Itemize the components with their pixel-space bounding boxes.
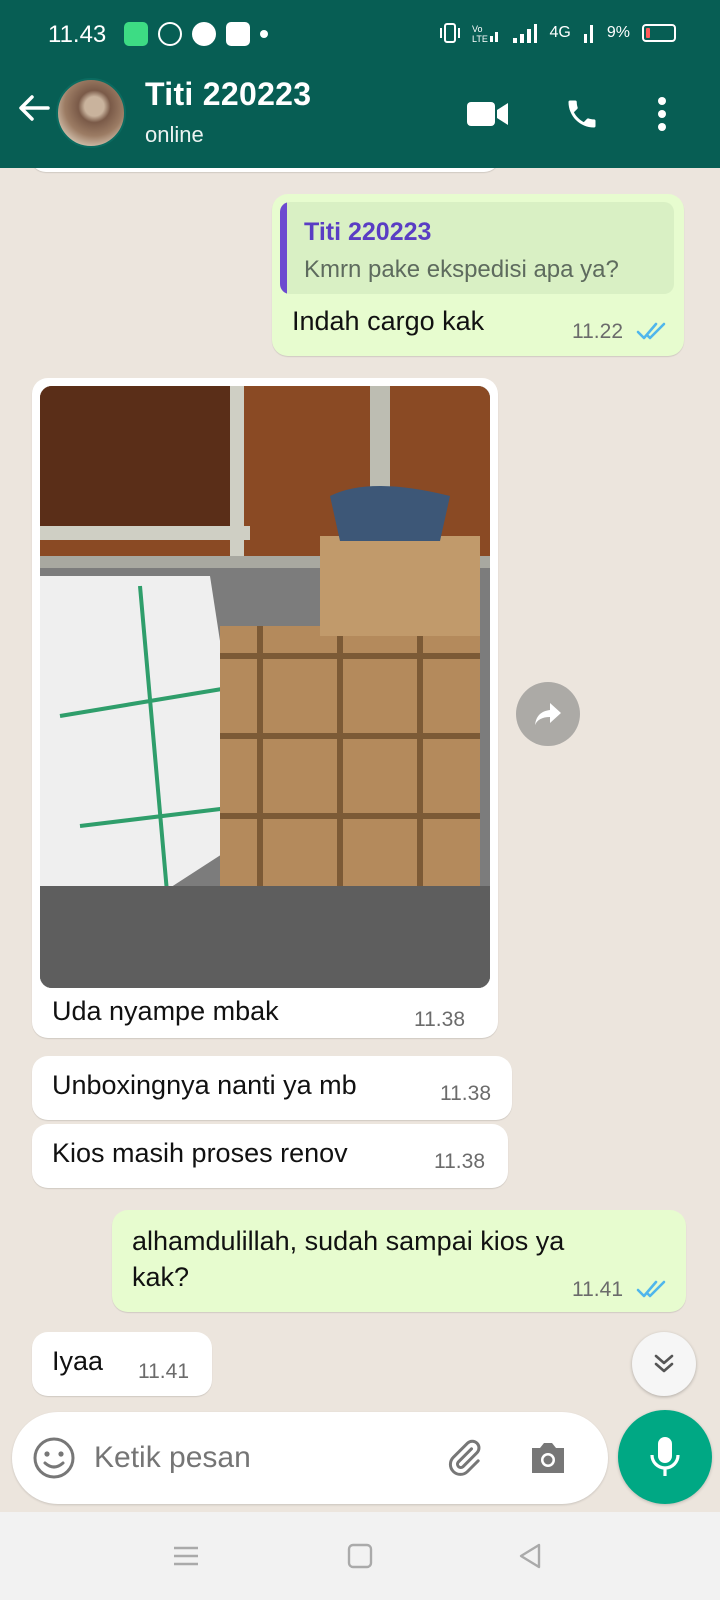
mic-button[interactable] — [618, 1410, 712, 1504]
notification-icons — [124, 22, 268, 46]
message-time: 11.41 — [138, 1360, 189, 1383]
message-bubble-outgoing[interactable]: Titi 220223 Kmrn pake ekspedisi apa ya? … — [272, 194, 684, 356]
app-notification-icon — [124, 22, 148, 46]
back-nav-icon[interactable] — [508, 1534, 552, 1578]
quoted-text: Kmrn pake ekspedisi apa ya? — [304, 256, 619, 283]
emoji-icon[interactable] — [30, 1434, 78, 1482]
back-arrow-icon[interactable] — [14, 88, 54, 128]
menu-nav-icon[interactable] — [164, 1534, 208, 1578]
message-text-line: alhamdulillah, sudah sampai kios ya — [132, 1226, 565, 1256]
svg-text:Vo: Vo — [472, 24, 483, 34]
message-list[interactable]: Titi 220223 Kmrn pake ekspedisi apa ya? … — [0, 168, 720, 1400]
chat-header: Titi 220223 online — [0, 70, 720, 168]
message-photo[interactable] — [40, 386, 490, 988]
message-bubble-incoming[interactable]: Kios masih proses renov 11.38 — [32, 1124, 508, 1188]
attach-icon[interactable] — [440, 1434, 488, 1482]
mic-icon — [650, 1437, 680, 1476]
system-navigation-bar — [0, 1512, 720, 1600]
message-input[interactable] — [94, 1436, 424, 1480]
message-text: Unboxingnya nanti ya mb — [52, 1070, 357, 1100]
battery-percent: 9% — [606, 24, 630, 41]
gallery-icon — [226, 22, 250, 46]
contact-presence: online — [145, 122, 204, 147]
avatar[interactable] — [56, 78, 126, 148]
vibrate-icon — [439, 23, 460, 43]
message-text: Iyaa — [52, 1346, 104, 1376]
system-status: Vo LTE 4G 9% — [439, 22, 676, 44]
quote-accent-bar — [280, 202, 287, 294]
message-text: Indah cargo kak — [292, 306, 485, 336]
camera-icon[interactable] — [524, 1434, 572, 1482]
signal-icon — [583, 25, 593, 43]
telegram-icon — [158, 22, 182, 46]
message-bubble-incoming[interactable]: Uda nyampe mbak 11.38 — [32, 378, 498, 1038]
message-bubble-outgoing[interactable]: alhamdulillah, sudah sampai kios ya kak?… — [112, 1210, 686, 1312]
message-bubble-incoming[interactable]: Unboxingnya nanti ya mb 11.38 — [32, 1056, 512, 1120]
message-bubble-incoming[interactable]: Iyaa 11.41 — [32, 1332, 212, 1396]
partial-message-bubble — [30, 168, 500, 172]
quoted-author: Titi 220223 — [304, 218, 432, 246]
message-text: Kios masih proses renov — [52, 1138, 348, 1168]
video-call-icon[interactable] — [466, 92, 510, 136]
more-vertical-icon[interactable] — [640, 92, 684, 136]
contact-name[interactable]: Titi 220223 — [145, 76, 311, 113]
volte-icon: VoLTE — [472, 24, 498, 44]
svg-text:LTE: LTE — [472, 34, 488, 44]
message-time: 11.38 — [434, 1150, 485, 1173]
scroll-to-bottom-button[interactable] — [632, 1332, 696, 1396]
message-time: 11.22 — [572, 320, 623, 343]
message-composer[interactable] — [12, 1412, 608, 1504]
message-time: 11.41 — [572, 1278, 623, 1301]
status-bar: 11.43 Vo LTE 4G 9% — [0, 0, 720, 70]
read-receipt-icon — [636, 1280, 666, 1298]
quoted-message[interactable]: Titi 220223 Kmrn pake ekspedisi apa ya? — [280, 202, 674, 294]
battery-icon — [642, 24, 676, 42]
photo-image — [40, 386, 490, 988]
forward-button[interactable] — [516, 682, 580, 746]
home-nav-icon[interactable] — [338, 1534, 382, 1578]
status-time: 11.43 — [48, 21, 107, 48]
phone-icon[interactable] — [560, 92, 604, 136]
more-notifications-dot — [260, 30, 268, 38]
top-bar: 11.43 Vo LTE 4G 9% Titi 220223 online — [0, 0, 720, 168]
message-text-line: kak? — [132, 1262, 190, 1292]
network-type: 4G — [549, 24, 571, 41]
app-notification-icon — [192, 22, 216, 46]
message-time: 11.38 — [414, 1008, 465, 1031]
read-receipt-icon — [636, 322, 666, 340]
signal-icon — [512, 24, 537, 43]
message-text: Uda nyampe mbak — [52, 996, 279, 1026]
double-chevron-down-icon — [654, 1354, 674, 1373]
forward-icon — [535, 703, 561, 725]
message-time: 11.38 — [440, 1082, 491, 1105]
